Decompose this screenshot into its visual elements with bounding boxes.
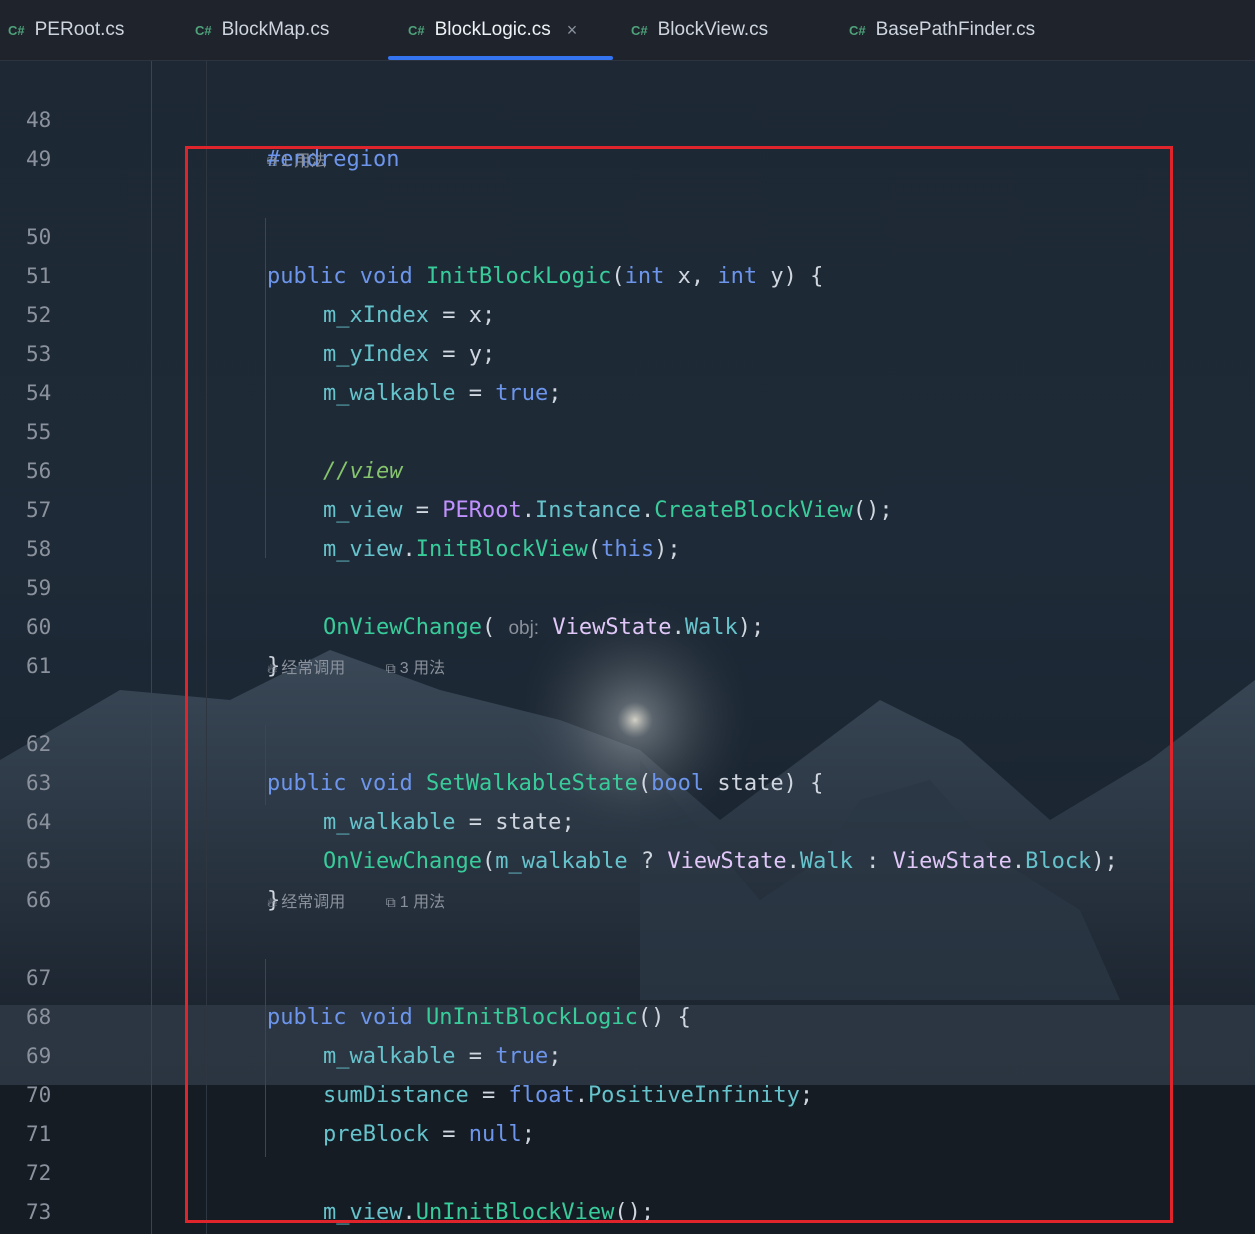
code-line[interactable]: 49 [0, 101, 1255, 171]
csharp-file-icon: C# [195, 22, 212, 38]
close-icon[interactable]: × [567, 20, 578, 41]
line-number: 61 [26, 654, 52, 678]
tab-blockmap[interactable]: C# BlockMap.cs [195, 0, 329, 60]
csharp-file-icon: C# [849, 22, 866, 38]
tab-blockview[interactable]: C# BlockView.cs [631, 0, 768, 60]
active-tab-indicator [388, 56, 613, 60]
editor-tab-bar: C# PERoot.cs C# BlockMap.cs C# BlockLogi… [0, 0, 1255, 61]
tab-label: PERoot.cs [34, 19, 125, 40]
tab-label: BlockLogic.cs [434, 19, 551, 40]
tab-label: BasePathFinder.cs [875, 19, 1036, 40]
tab-blocklogic[interactable]: C# BlockLogic.cs × [408, 0, 577, 60]
line-number: 66 [26, 888, 52, 912]
code-line[interactable]: 48 #endregion [0, 62, 1255, 172]
csharp-file-icon: C# [631, 22, 648, 38]
csharp-file-icon: C# [408, 22, 425, 38]
tab-label: BlockView.cs [657, 19, 769, 40]
tab-label: BlockMap.cs [221, 19, 330, 40]
tab-peroot[interactable]: C# PERoot.cs [8, 0, 124, 60]
tab-basepathfinder[interactable]: C# BasePathFinder.cs [849, 0, 1035, 60]
line-number: 49 [26, 147, 52, 171]
highlight-box [185, 146, 1173, 1223]
csharp-file-icon: C# [8, 22, 25, 38]
